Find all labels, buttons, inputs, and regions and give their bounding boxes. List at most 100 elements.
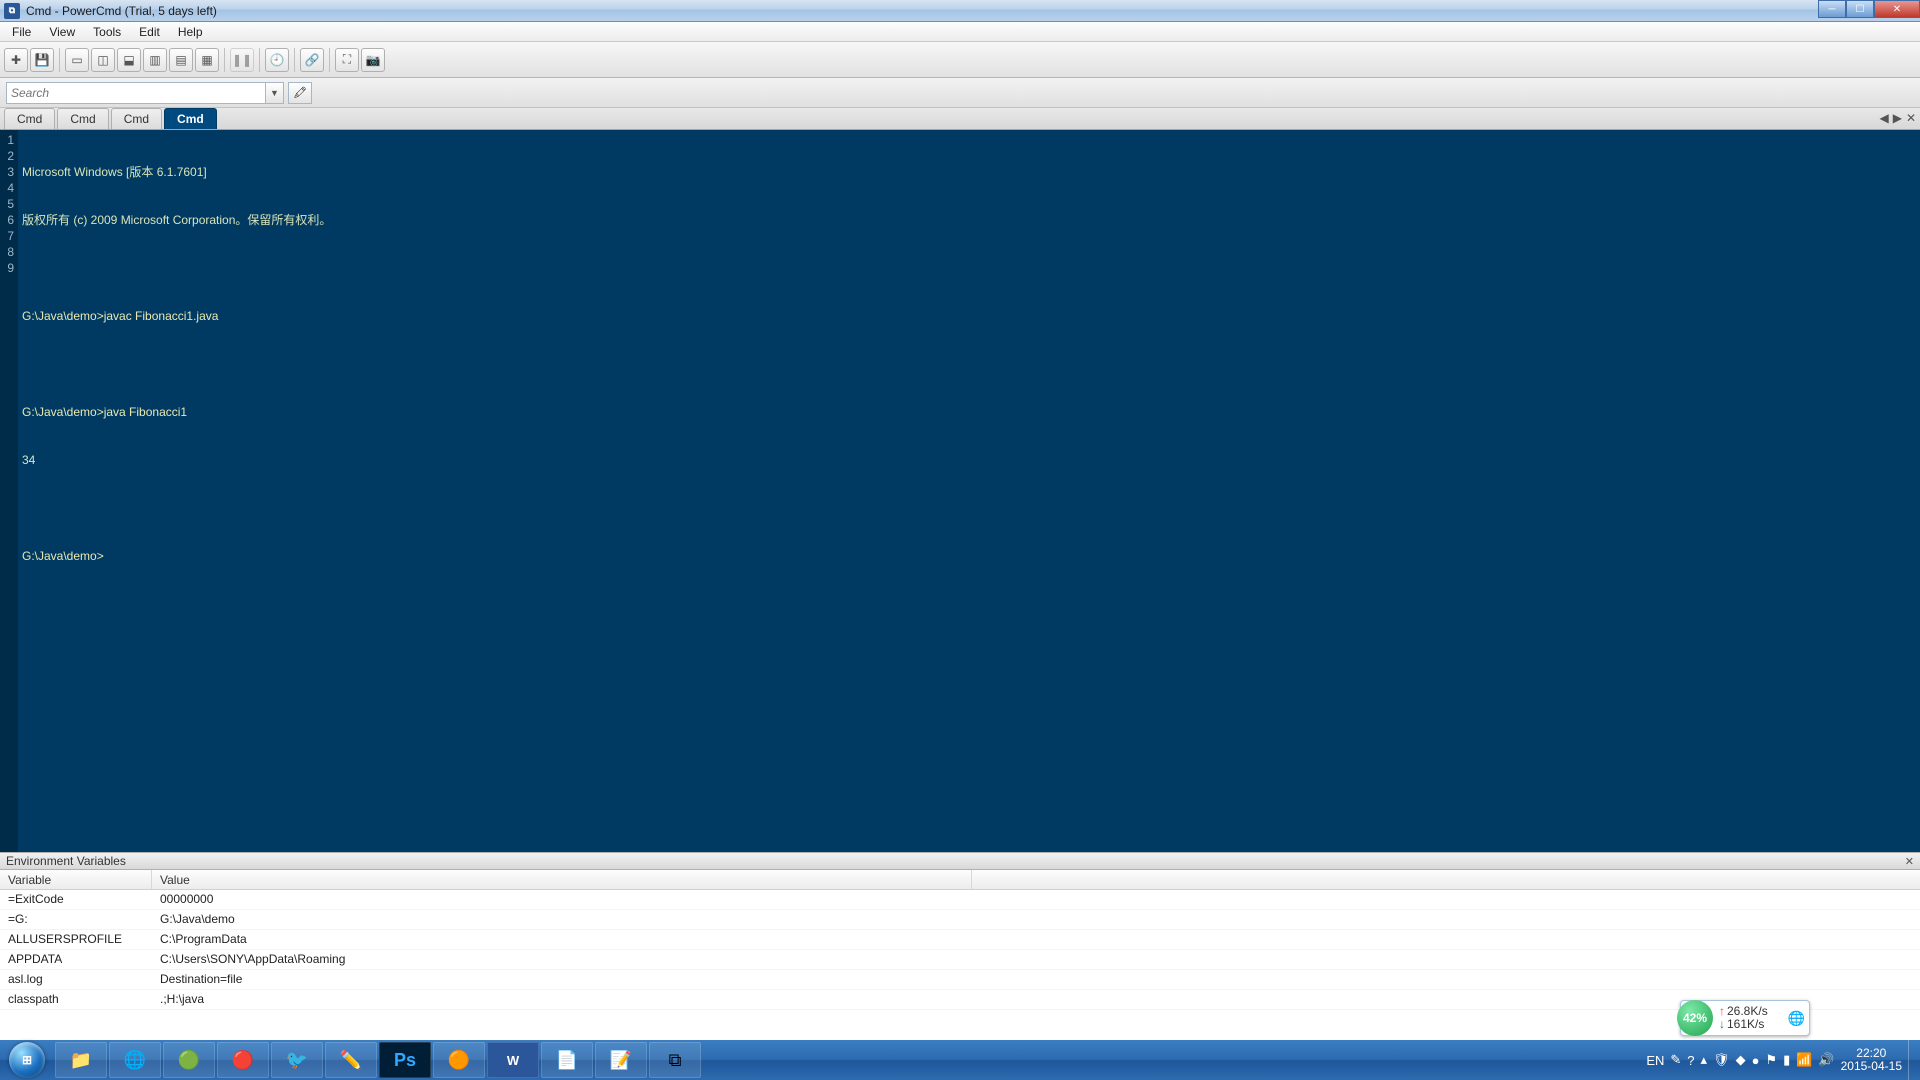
toolbar: ✚ 💾 ▭ ◫ ⬓ ▥ ▤ ▦ ❚❚ 🕘 🔗 ⛶ 📷 (0, 42, 1920, 78)
search-highlight-button[interactable]: 🖍 (288, 82, 312, 104)
tab-next-button[interactable]: ▶ (1893, 111, 1902, 125)
ime-indicator[interactable]: EN (1646, 1053, 1664, 1068)
start-button[interactable]: ⊞ (0, 1040, 54, 1080)
layout-3b-button[interactable]: ▤ (169, 48, 193, 72)
env-row[interactable]: classpath.;H:\java (0, 990, 1920, 1010)
layout-3a-button[interactable]: ▥ (143, 48, 167, 72)
network-widget-percent: 42% (1677, 1000, 1713, 1036)
terminal-line (22, 500, 331, 516)
toolbar-separator (59, 48, 60, 72)
taskbar-ie[interactable]: 🌐 (109, 1042, 161, 1078)
layout-vert-button[interactable]: ◫ (91, 48, 115, 72)
terminal-line (22, 356, 331, 372)
terminal-line: 版权所有 (c) 2009 Microsoft Corporation。保留所有… (22, 212, 331, 228)
menubar: File View Tools Edit Help (0, 22, 1920, 42)
tray-shield-icon[interactable]: 🛡 (1713, 1052, 1730, 1068)
new-tab-button[interactable]: ✚ (4, 48, 28, 72)
tray-pen-icon[interactable]: ✎ (1670, 1052, 1681, 1068)
network-widget-speeds: 26.8K/s 161K/s (1719, 1005, 1768, 1031)
env-panel-title[interactable]: Environment Variables ✕ (0, 852, 1920, 870)
taskbar-browser[interactable]: 🟢 (163, 1042, 215, 1078)
tray-help-icon[interactable]: ? (1687, 1053, 1694, 1068)
env-panel-title-text: Environment Variables (6, 854, 126, 868)
tab-close-button[interactable]: ✕ (1906, 111, 1916, 125)
env-row[interactable]: =G:G:\Java\demo (0, 910, 1920, 930)
env-row[interactable]: asl.logDestination=file (0, 970, 1920, 990)
fullscreen-button[interactable]: ⛶ (335, 48, 359, 72)
tray-battery-icon[interactable]: ▮ (1783, 1052, 1790, 1068)
line-gutter: 123456789 (0, 130, 18, 852)
terminal-line: G:\Java\demo> (22, 548, 331, 564)
taskbar-app-edit[interactable]: 📝 (595, 1042, 647, 1078)
minimize-button[interactable]: ─ (1818, 0, 1846, 18)
tab-cmd-3[interactable]: Cmd (111, 108, 162, 129)
tray-app-icon[interactable]: ◆ (1736, 1052, 1746, 1068)
env-panel: Variable Value =ExitCode00000000 =G:G:\J… (0, 870, 1920, 1040)
titlebar[interactable]: ⧉ Cmd - PowerCmd (Trial, 5 days left) ─ … (0, 0, 1920, 22)
pause-button[interactable]: ❚❚ (230, 48, 254, 72)
env-var: =ExitCode (0, 890, 152, 909)
taskbar[interactable]: ⊞ 📁 🌐 🟢 🔴 🐦 ✏️ Ps 🟠 W 📄 📝 ⧉ EN ✎ ? ▴ 🛡 ◆… (0, 1040, 1920, 1080)
tray-clock[interactable]: 22:20 2015-04-15 (1841, 1047, 1902, 1073)
app-icon: ⧉ (4, 3, 20, 19)
searchbar: ▼ 🖍 (0, 78, 1920, 108)
search-input[interactable] (6, 82, 266, 104)
env-row[interactable]: ALLUSERSPROFILEC:\ProgramData (0, 930, 1920, 950)
menu-file[interactable]: File (4, 23, 39, 41)
env-header: Variable Value (0, 870, 1920, 890)
menu-help[interactable]: Help (170, 23, 211, 41)
taskbar-app-red[interactable]: 🔴 (217, 1042, 269, 1078)
menu-tools[interactable]: Tools (85, 23, 129, 41)
menu-view[interactable]: View (41, 23, 83, 41)
layout-horiz-button[interactable]: ⬓ (117, 48, 141, 72)
window-buttons: ─ ☐ ✕ (1818, 0, 1920, 18)
link-button[interactable]: 🔗 (300, 48, 324, 72)
network-widget[interactable]: 42% 26.8K/s 161K/s 🌐 (1680, 1000, 1810, 1036)
close-button[interactable]: ✕ (1874, 0, 1920, 18)
taskbar-app-note[interactable]: ✏️ (325, 1042, 377, 1078)
env-row[interactable]: =ExitCode00000000 (0, 890, 1920, 910)
tray-app2-icon[interactable]: ● (1752, 1053, 1760, 1068)
save-button[interactable]: 💾 (30, 48, 54, 72)
toolbar-separator (224, 48, 225, 72)
toolbar-separator (259, 48, 260, 72)
tabstrip: Cmd Cmd Cmd Cmd ◀ ▶ ✕ (0, 108, 1920, 130)
tab-cmd-2[interactable]: Cmd (57, 108, 108, 129)
taskbar-app-doc[interactable]: 📄 (541, 1042, 593, 1078)
taskbar-app-orange[interactable]: 🟠 (433, 1042, 485, 1078)
history-button[interactable]: 🕘 (265, 48, 289, 72)
env-val: G:\Java\demo (152, 910, 1920, 929)
taskbar-powercmd[interactable]: ⧉ (649, 1042, 701, 1078)
terminal-content[interactable]: Microsoft Windows [版本 6.1.7601] 版权所有 (c)… (18, 130, 335, 852)
search-dropdown-button[interactable]: ▼ (266, 82, 284, 104)
menu-edit[interactable]: Edit (131, 23, 168, 41)
tab-cmd-1[interactable]: Cmd (4, 108, 55, 129)
maximize-button[interactable]: ☐ (1846, 0, 1874, 18)
taskbar-app-blue[interactable]: 🐦 (271, 1042, 323, 1078)
network-widget-globe-icon[interactable]: 🌐 (1788, 1010, 1805, 1027)
terminal[interactable]: 123456789 Microsoft Windows [版本 6.1.7601… (0, 130, 1920, 852)
terminal-line (22, 260, 331, 276)
terminal-line: Microsoft Windows [版本 6.1.7601] (22, 164, 331, 180)
env-row[interactable]: APPDATAC:\Users\SONY\AppData\Roaming (0, 950, 1920, 970)
env-col-value[interactable]: Value (152, 870, 972, 889)
env-val: C:\ProgramData (152, 930, 1920, 949)
layout-grid-button[interactable]: ▦ (195, 48, 219, 72)
tray-network-icon[interactable]: 📶 (1796, 1052, 1812, 1068)
env-panel-close-button[interactable]: ✕ (1905, 855, 1914, 868)
tab-prev-button[interactable]: ◀ (1879, 111, 1888, 125)
taskbar-explorer[interactable]: 📁 (55, 1042, 107, 1078)
tab-controls: ◀ ▶ ✕ (1879, 111, 1916, 125)
layout-single-button[interactable]: ▭ (65, 48, 89, 72)
taskbar-word[interactable]: W (487, 1042, 539, 1078)
screenshot-button[interactable]: 📷 (361, 48, 385, 72)
taskbar-photoshop[interactable]: Ps (379, 1042, 431, 1078)
env-col-variable[interactable]: Variable (0, 870, 152, 889)
terminal-line: 34 (22, 452, 331, 468)
env-var: asl.log (0, 970, 152, 989)
tray-volume-icon[interactable]: 🔊 (1818, 1052, 1834, 1068)
tray-flag-icon[interactable]: ⚑ (1765, 1052, 1777, 1068)
tab-cmd-4[interactable]: Cmd (164, 108, 217, 129)
tray-chevron-icon[interactable]: ▴ (1701, 1052, 1708, 1068)
show-desktop-button[interactable] (1908, 1040, 1916, 1080)
